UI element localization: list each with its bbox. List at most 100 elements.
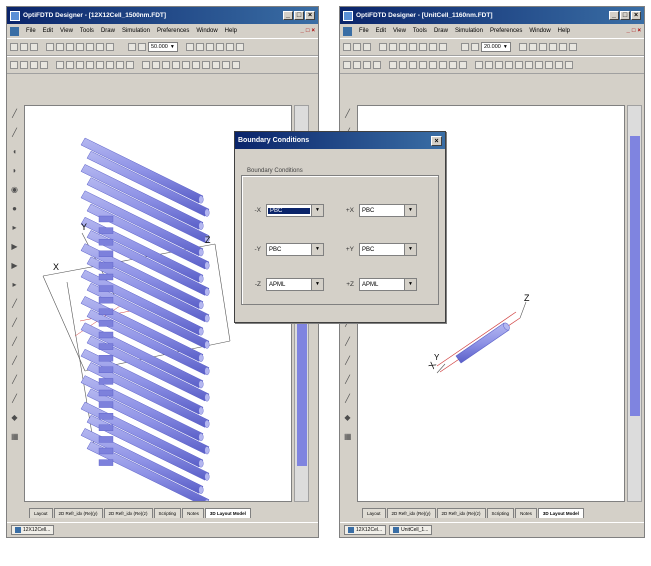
doc-minimize-button[interactable]: _ bbox=[301, 28, 304, 34]
slash2-tool-icon[interactable]: ╱ bbox=[11, 319, 18, 327]
zoom-out-icon[interactable] bbox=[471, 43, 479, 51]
doc-restore-button[interactable]: □ bbox=[632, 28, 636, 34]
taper-icon[interactable] bbox=[106, 61, 114, 69]
tab-layout[interactable]: Layout bbox=[29, 508, 53, 518]
chevron-down-icon[interactable]: ▼ bbox=[404, 279, 416, 290]
menu-help[interactable]: Help bbox=[225, 28, 237, 34]
task-12x12cell[interactable]: 12X12Cell... bbox=[11, 525, 55, 535]
help-icon[interactable] bbox=[439, 43, 447, 51]
source-icon[interactable] bbox=[475, 61, 483, 69]
export-icon[interactable] bbox=[525, 61, 533, 69]
undo-icon[interactable] bbox=[76, 43, 84, 51]
menu-draw[interactable]: Draw bbox=[434, 28, 448, 34]
minimize-button[interactable]: _ bbox=[609, 11, 619, 20]
arrow-right-icon[interactable] bbox=[545, 61, 553, 69]
redo-icon[interactable] bbox=[86, 43, 94, 51]
pencil-tool-icon[interactable]: ╱ bbox=[344, 110, 351, 118]
group-icon[interactable] bbox=[389, 61, 397, 69]
arrow-right-icon[interactable] bbox=[212, 61, 220, 69]
cut-icon[interactable] bbox=[379, 43, 387, 51]
slash5-tool-icon[interactable]: ╱ bbox=[11, 376, 18, 384]
menu-simulation[interactable]: Simulation bbox=[455, 28, 483, 34]
menu-preferences[interactable]: Preferences bbox=[157, 28, 189, 34]
ungroup-icon[interactable] bbox=[399, 61, 407, 69]
slash5-tool-icon[interactable]: ╱ bbox=[344, 376, 351, 384]
save-icon[interactable] bbox=[363, 43, 371, 51]
minus-y-select[interactable]: PBC ▼ bbox=[266, 243, 324, 256]
observer-icon[interactable] bbox=[152, 61, 160, 69]
tab-scripting[interactable]: Scripting bbox=[486, 508, 515, 518]
taper-icon[interactable] bbox=[439, 61, 447, 69]
tab-notes[interactable]: Notes bbox=[182, 508, 204, 518]
align-tool-icon[interactable] bbox=[40, 61, 48, 69]
slash6-tool-icon[interactable]: ╱ bbox=[11, 395, 18, 403]
splitter-icon[interactable] bbox=[126, 61, 134, 69]
save-icon[interactable] bbox=[30, 43, 38, 51]
array-icon[interactable] bbox=[409, 61, 417, 69]
menu-tools[interactable]: Tools bbox=[413, 28, 427, 34]
menu-view[interactable]: View bbox=[60, 28, 73, 34]
menu-file[interactable]: File bbox=[26, 28, 36, 34]
arrow-left-icon[interactable] bbox=[202, 61, 210, 69]
close-button[interactable]: × bbox=[305, 11, 315, 20]
stop-icon[interactable] bbox=[182, 61, 190, 69]
left-scroll-thumb[interactable] bbox=[297, 316, 307, 466]
line-tool-icon[interactable]: ╱ bbox=[11, 129, 18, 137]
pencil-tool-icon[interactable]: ╱ bbox=[11, 110, 18, 118]
lens-icon[interactable] bbox=[429, 61, 437, 69]
slash3-tool-icon[interactable]: ╱ bbox=[11, 338, 18, 346]
minimize-button[interactable]: _ bbox=[283, 11, 293, 20]
print-icon[interactable] bbox=[96, 43, 104, 51]
chevron-down-icon[interactable]: ▼ bbox=[404, 244, 416, 255]
pan-icon[interactable] bbox=[215, 43, 224, 51]
align-tool-icon[interactable] bbox=[373, 61, 381, 69]
chevron-down-icon[interactable]: ▼ bbox=[404, 205, 416, 216]
right-title-bar[interactable]: OptiFDTD Designer - [UnitCell_1160nm.FDT… bbox=[340, 7, 644, 24]
arrow-up-icon[interactable] bbox=[555, 61, 563, 69]
copy-icon[interactable] bbox=[56, 43, 64, 51]
menu-edit[interactable]: Edit bbox=[376, 28, 386, 34]
mirror-tool-icon[interactable] bbox=[363, 61, 371, 69]
tab-refr-y[interactable]: 2D Refr_idx (Re)(y) bbox=[53, 508, 103, 518]
close-button[interactable]: × bbox=[631, 11, 641, 20]
doc-restore-button[interactable]: □ bbox=[306, 28, 310, 34]
zoom-in-icon[interactable] bbox=[461, 43, 469, 51]
maximize-button[interactable]: □ bbox=[294, 11, 304, 20]
task-unitcell[interactable]: UnitCell_1... bbox=[389, 525, 433, 535]
rotate-tool-icon[interactable] bbox=[20, 61, 28, 69]
stop-icon[interactable] bbox=[515, 61, 523, 69]
plus-x-select[interactable]: PBC ▼ bbox=[359, 204, 417, 217]
menu-view[interactable]: View bbox=[393, 28, 406, 34]
snap-icon[interactable] bbox=[538, 43, 547, 51]
snap-icon[interactable] bbox=[205, 43, 214, 51]
tab-layout[interactable]: Layout bbox=[362, 508, 386, 518]
tab-3d-layout-model[interactable]: 3D Layout Model bbox=[204, 508, 251, 518]
slash-tool-icon[interactable]: ╱ bbox=[11, 300, 18, 308]
run-icon[interactable] bbox=[505, 61, 513, 69]
grid-icon[interactable] bbox=[528, 43, 537, 51]
new-file-icon[interactable] bbox=[343, 43, 351, 51]
right-vertical-scrollbar[interactable] bbox=[627, 105, 642, 502]
open-file-icon[interactable] bbox=[353, 43, 361, 51]
plus-z-select[interactable]: APML ▼ bbox=[359, 278, 417, 291]
tab-notes[interactable]: Notes bbox=[515, 508, 537, 518]
paste-icon[interactable] bbox=[399, 43, 407, 51]
tab-scripting[interactable]: Scripting bbox=[153, 508, 182, 518]
menu-window[interactable]: Window bbox=[196, 28, 217, 34]
new-file-icon[interactable] bbox=[10, 43, 18, 51]
zoom-combo[interactable]: 20.000 ▼ bbox=[481, 42, 511, 52]
mode-tool-icon[interactable]: ◆ bbox=[11, 414, 18, 422]
tab-3d-layout-model[interactable]: 3D Layout Model bbox=[537, 508, 584, 518]
plus-y-select[interactable]: PBC ▼ bbox=[359, 243, 417, 256]
grid-icon[interactable] bbox=[195, 43, 204, 51]
measure-icon[interactable] bbox=[568, 43, 577, 51]
doc-minimize-button[interactable]: _ bbox=[627, 28, 630, 34]
grid-tool-icon[interactable]: ▦ bbox=[11, 433, 19, 441]
waveguide-icon[interactable] bbox=[419, 61, 427, 69]
open-file-icon[interactable] bbox=[20, 43, 28, 51]
source-icon[interactable] bbox=[142, 61, 150, 69]
print-icon[interactable] bbox=[429, 43, 437, 51]
arrow-left-icon[interactable] bbox=[535, 61, 543, 69]
play-tool-icon[interactable]: ▶ bbox=[11, 243, 18, 251]
export-icon[interactable] bbox=[192, 61, 200, 69]
